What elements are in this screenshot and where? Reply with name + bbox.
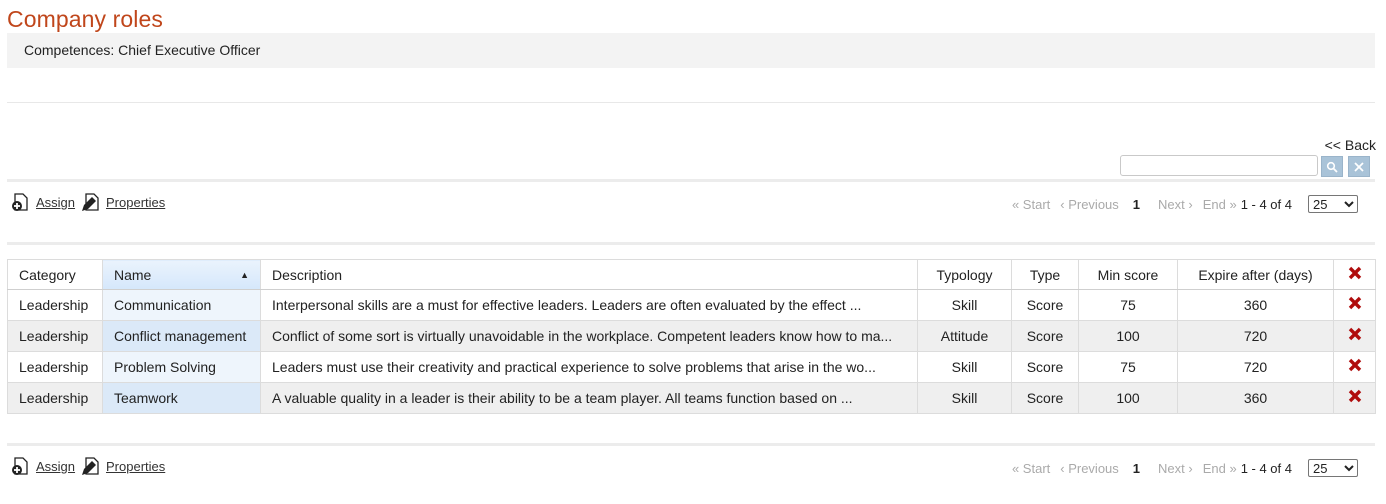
separator	[7, 242, 1375, 245]
cell-min-score: 75	[1078, 289, 1178, 321]
delete-x-icon	[1348, 327, 1361, 341]
separator	[7, 443, 1375, 446]
pager-bottom: « Start ‹ Previous 1 Next › End » 1 - 4 …	[1002, 459, 1358, 477]
toolbar-top: Assign Properties « Start ‹ Previous 1 N…	[7, 193, 1375, 215]
column-header-typology[interactable]: Typology	[917, 259, 1012, 290]
delete-row-button[interactable]	[1333, 351, 1376, 383]
cell-min-score: 100	[1078, 382, 1178, 414]
cell-category: Leadership	[7, 320, 103, 352]
sort-ascending-icon: ▲	[240, 269, 249, 280]
separator	[7, 179, 1375, 182]
cell-description: Conflict of some sort is virtually unavo…	[260, 320, 918, 352]
toolbar-bottom: Assign Properties « Start ‹ Previous 1 N…	[7, 457, 1375, 479]
assign-label: Assign	[36, 195, 76, 210]
delete-row-button[interactable]	[1333, 289, 1376, 321]
cell-name[interactable]: Communication	[102, 289, 261, 321]
column-header-description[interactable]: Description	[260, 259, 918, 290]
page-size-select[interactable]: 25	[1308, 459, 1358, 477]
subheader: Competences: Chief Executive Officer	[7, 33, 1375, 68]
properties-label: Properties	[106, 195, 166, 210]
pager-count: 1 - 4 of 4	[1240, 196, 1292, 212]
cell-category: Leadership	[7, 289, 103, 321]
properties-button[interactable]: Properties	[81, 193, 165, 212]
back-link[interactable]: << Back	[1325, 137, 1376, 153]
assign-button[interactable]: Assign	[11, 193, 75, 212]
search-icon	[1326, 161, 1338, 173]
cell-typology: Skill	[917, 289, 1012, 321]
delete-x-icon	[1348, 358, 1361, 372]
cell-expire: 360	[1177, 382, 1334, 414]
delete-x-icon	[1348, 389, 1361, 403]
page-size-select[interactable]: 25	[1308, 195, 1358, 213]
pager-next[interactable]: Next ›	[1158, 197, 1193, 212]
pager-next[interactable]: Next ›	[1158, 461, 1193, 476]
delete-row-button[interactable]	[1333, 382, 1376, 414]
cell-expire: 360	[1177, 289, 1334, 321]
column-header-min-score[interactable]: Min score	[1078, 259, 1178, 290]
column-header-expire[interactable]: Expire after (days)	[1177, 259, 1334, 290]
search-button[interactable]	[1321, 156, 1343, 177]
cell-type: Score	[1011, 351, 1079, 383]
table-header-row: Category Name ▲ Description Typology Type…	[7, 259, 1376, 290]
pager-current: 1	[1132, 196, 1141, 212]
cell-description: Leaders must use their creativity and pr…	[260, 351, 918, 383]
pager-start[interactable]: « Start	[1012, 461, 1050, 476]
cell-name[interactable]: Teamwork	[102, 382, 261, 414]
delete-x-icon	[1348, 266, 1361, 280]
cell-expire: 720	[1177, 351, 1334, 383]
delete-x-icon	[1348, 296, 1361, 310]
assign-label: Assign	[36, 459, 76, 474]
page-edit-icon	[82, 457, 99, 475]
cell-type: Score	[1011, 382, 1079, 414]
table-row[interactable]: Leadership Problem Solving Leaders must …	[7, 351, 1376, 383]
subheader-text: Competences: Chief Executive Officer	[24, 42, 261, 58]
cell-min-score: 75	[1078, 351, 1178, 383]
table-row[interactable]: Leadership Communication Interpersonal s…	[7, 289, 1376, 321]
pager-top: « Start ‹ Previous 1 Next › End » 1 - 4 …	[1002, 195, 1358, 213]
column-header-type[interactable]: Type	[1011, 259, 1079, 290]
cell-type: Score	[1011, 320, 1079, 352]
cell-description: Interpersonal skills are a must for effe…	[260, 289, 918, 321]
cell-description: A valuable quality in a leader is their …	[260, 382, 918, 414]
pager-previous[interactable]: ‹ Previous	[1060, 461, 1119, 476]
pager-current: 1	[1132, 460, 1141, 476]
cell-name[interactable]: Conflict management	[102, 320, 261, 352]
cell-category: Leadership	[7, 382, 103, 414]
cell-name[interactable]: Problem Solving	[102, 351, 261, 383]
column-header-category[interactable]: Category	[7, 259, 103, 290]
column-header-name-label: Name	[114, 266, 152, 283]
pager-end[interactable]: End »	[1203, 197, 1237, 212]
column-header-name[interactable]: Name ▲	[102, 259, 261, 290]
table-row[interactable]: Leadership Teamwork A valuable quality i…	[7, 382, 1376, 414]
pager-start[interactable]: « Start	[1012, 197, 1050, 212]
table-row[interactable]: Leadership Conflict management Conflict …	[7, 320, 1376, 352]
search-input[interactable]	[1120, 155, 1318, 176]
page-add-icon	[12, 193, 28, 211]
properties-button[interactable]: Properties	[81, 457, 165, 476]
cell-type: Score	[1011, 289, 1079, 321]
pager-previous[interactable]: ‹ Previous	[1060, 197, 1119, 212]
cell-typology: Skill	[917, 382, 1012, 414]
divider	[7, 102, 1375, 103]
clear-search-button[interactable]	[1348, 156, 1370, 177]
cell-typology: Attitude	[917, 320, 1012, 352]
delete-all-button[interactable]	[1333, 259, 1376, 290]
properties-label: Properties	[106, 459, 166, 474]
pager-count: 1 - 4 of 4	[1240, 460, 1292, 476]
cell-min-score: 100	[1078, 320, 1178, 352]
clear-x-icon	[1354, 161, 1364, 172]
cell-expire: 720	[1177, 320, 1334, 352]
pager-end[interactable]: End »	[1203, 461, 1237, 476]
page-add-icon	[12, 457, 28, 475]
cell-category: Leadership	[7, 351, 103, 383]
page-edit-icon	[82, 193, 99, 211]
cell-typology: Skill	[917, 351, 1012, 383]
delete-row-button[interactable]	[1333, 320, 1376, 352]
page-title: Company roles	[7, 6, 163, 32]
competences-table: Category Name ▲ Description Typology Type…	[7, 259, 1376, 414]
assign-button[interactable]: Assign	[11, 457, 75, 476]
